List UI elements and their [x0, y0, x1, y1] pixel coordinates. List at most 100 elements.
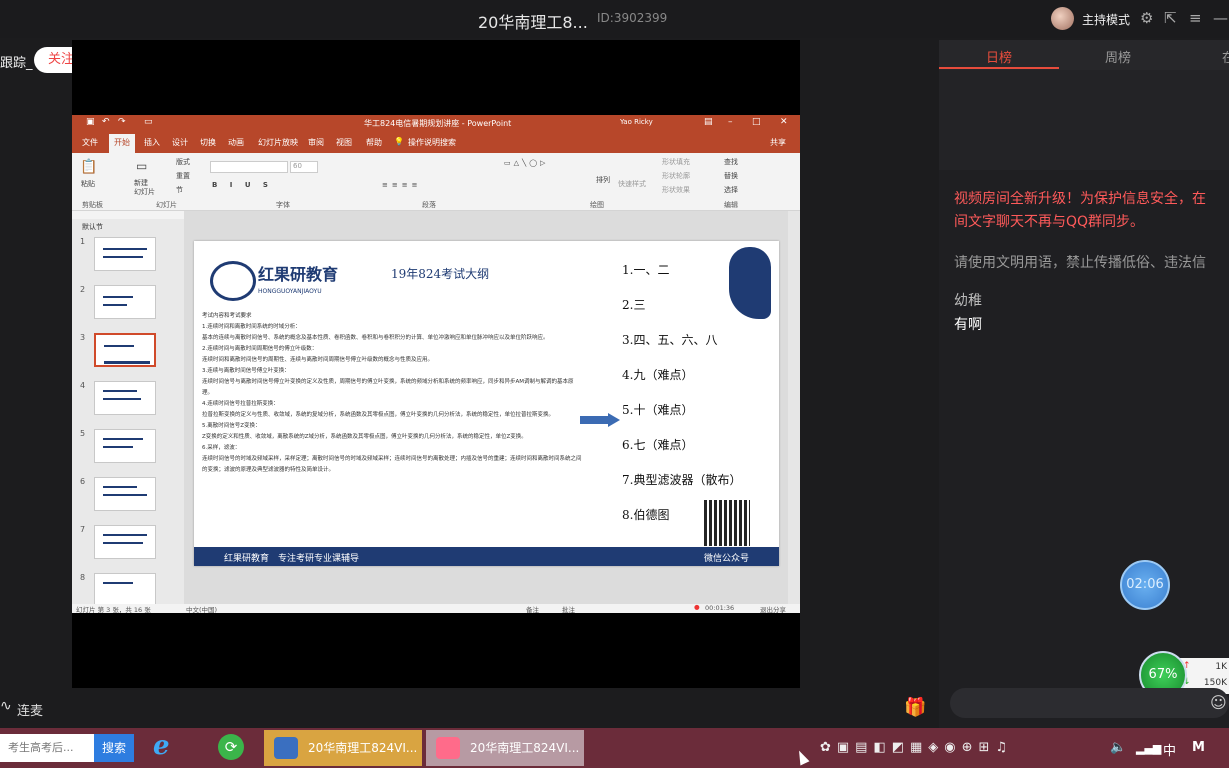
slide-thumb-6[interactable]	[94, 477, 156, 511]
tab-insert[interactable]: 插入	[144, 137, 160, 148]
upload-speed: 1K	[1215, 662, 1227, 672]
slide-thumb-1[interactable]	[94, 237, 156, 271]
floating-timer[interactable]: 02:06	[1120, 560, 1170, 610]
ppt-minimize-icon[interactable]: –	[728, 117, 733, 127]
tab-view[interactable]: 视图	[336, 137, 352, 148]
input-method-indicator[interactable]: 中	[1163, 740, 1176, 759]
font-name-select[interactable]	[210, 161, 288, 173]
qr-code-icon	[704, 500, 750, 546]
taskbar-search-button[interactable]: 搜索	[94, 734, 134, 762]
new-slide-button[interactable]: 新建 幻灯片	[134, 179, 155, 197]
record-dot-icon: ●	[694, 603, 700, 611]
body-line: 拉普拉斯变换的定义与性质、收敛域，系统的复域分析，系统函数及其零极点图，傅立叶变…	[202, 412, 555, 418]
menu-icon[interactable]: ≡	[1189, 9, 1202, 27]
slide-thumb-3[interactable]	[94, 333, 156, 367]
ribbon: 📋 粘贴 ▭ 新建 幻灯片 版式 重置 节 60 B I U S ≡≡≡≡ ▭△…	[72, 153, 800, 211]
shape-effect-button[interactable]: 形状效果	[662, 185, 690, 195]
group-clipboard: 剪贴板	[82, 201, 103, 209]
shape-fill-button[interactable]: 形状填充	[662, 157, 690, 167]
font-size-select[interactable]: 60	[290, 161, 318, 173]
chat-username[interactable]: 幼稚	[954, 290, 982, 310]
paragraph-align-buttons[interactable]: ≡≡≡≡	[382, 181, 421, 189]
exit-share-button[interactable]: 退出分享	[760, 604, 786, 613]
browser-360-icon[interactable]: ⟳	[218, 734, 244, 760]
slide-body: 考试内容和考试要求 1.连续时间和离散时间系统的时域分析： 基本的连续与离散时间…	[202, 311, 582, 476]
slide-thumb-8[interactable]	[94, 573, 156, 607]
notice-line: 视频房间全新升级！为保护信息安全，在	[954, 191, 1206, 207]
body-line: 6.采样，滤波：	[202, 445, 241, 451]
slide-counter: 幻灯片 第 3 张，共 16 张	[76, 606, 151, 613]
font-format-buttons[interactable]: B I U S	[212, 181, 273, 189]
group-slides: 幻灯片	[156, 201, 177, 209]
layout-button[interactable]: 版式	[176, 157, 190, 167]
internet-explorer-icon[interactable]: e	[153, 731, 170, 761]
paste-icon[interactable]: 📋	[80, 159, 97, 175]
ppt-window-title: 华工824电信暑期规划讲座 - PowerPoint	[364, 119, 512, 128]
taskbar-search-input[interactable]: 考生高考后...	[0, 734, 94, 762]
tab-online[interactable]: 在	[1222, 47, 1229, 66]
vertical-scrollbar[interactable]	[788, 211, 800, 604]
system-tray-icons[interactable]: ✿▣▤◧◩▦◈◉⊕⊞♫	[820, 740, 1013, 755]
shape-outline-button[interactable]: 形状轮廓	[662, 171, 690, 181]
link-mic-icon[interactable]: ∿	[0, 698, 12, 714]
group-font: 字体	[276, 201, 290, 209]
slide-thumb-2[interactable]	[94, 285, 156, 319]
tab-help[interactable]: 帮助	[366, 137, 382, 148]
shapes-gallery[interactable]: ▭△╲◯▷	[504, 159, 548, 167]
slide-thumb-5[interactable]	[94, 429, 156, 463]
ime-mode-indicator[interactable]: M	[1192, 740, 1205, 755]
body-line: 连续时间信号的时域及频域采样，采样定理；离散时间信号的时域及频域采样；连续时间信…	[202, 456, 582, 473]
host-mode-label[interactable]: 主持模式	[1082, 11, 1130, 28]
ppt-maximize-icon[interactable]: □	[752, 117, 761, 127]
paste-button[interactable]: 粘贴	[81, 179, 95, 189]
tab-animations[interactable]: 动画	[228, 137, 244, 148]
replace-button[interactable]: 替换	[724, 171, 738, 181]
tab-home[interactable]: 开始	[109, 134, 135, 153]
emoji-icon[interactable]: ☺	[1210, 693, 1227, 712]
select-button[interactable]: 选择	[724, 185, 738, 195]
thumb-number: 8	[80, 573, 86, 582]
chat-bubble-icon	[436, 737, 460, 759]
slide-title: 19年824考试大纲	[391, 267, 490, 281]
notes-button[interactable]: 备注	[526, 604, 539, 613]
comments-button[interactable]: 批注	[562, 604, 575, 613]
slide-thumb-4[interactable]	[94, 381, 156, 415]
tab-weekly[interactable]: 周榜	[1105, 47, 1131, 66]
rank-list	[939, 70, 1229, 170]
tab-daily[interactable]: 日榜	[986, 47, 1012, 66]
reset-button[interactable]: 重置	[176, 171, 190, 181]
ppt-close-icon[interactable]: ✕	[780, 117, 788, 127]
arrange-button[interactable]: 排列	[596, 175, 610, 185]
new-slide-icon[interactable]: ▭	[136, 159, 147, 173]
tab-file[interactable]: 文件	[82, 137, 98, 148]
redo-icon[interactable]: ↷	[118, 117, 126, 127]
find-button[interactable]: 查找	[724, 157, 738, 167]
gift-icon[interactable]: 🎁	[904, 697, 926, 718]
taskbar-app-2[interactable]: 20华南理工824VI...	[426, 730, 584, 766]
settings-icon[interactable]: ⚙	[1140, 9, 1153, 27]
slide-thumb-7[interactable]	[94, 525, 156, 559]
network-icon[interactable]: ▂▄▆	[1136, 742, 1161, 755]
record-timer: 00:01:36	[705, 604, 735, 612]
tab-review[interactable]: 审阅	[308, 137, 324, 148]
slideshow-icon[interactable]: ▭	[144, 117, 153, 127]
tab-slideshow[interactable]: 幻灯片放映	[258, 137, 298, 148]
thumb-number: 4	[80, 381, 86, 390]
quick-style-button[interactable]: 快速样式	[618, 179, 646, 189]
link-mic-button[interactable]: 连麦	[17, 700, 43, 719]
external-link-icon[interactable]: ⇱	[1164, 9, 1177, 27]
chat-input[interactable]	[950, 688, 1229, 718]
undo-icon[interactable]: ↶	[102, 117, 110, 127]
save-icon[interactable]: ▣	[86, 117, 95, 127]
volume-icon[interactable]: 🔈	[1110, 740, 1126, 755]
host-avatar[interactable]	[1051, 7, 1074, 30]
tell-me-search[interactable]: 操作说明搜索	[408, 137, 456, 148]
share-button[interactable]: 共享	[770, 137, 786, 148]
minimize-icon[interactable]: —	[1213, 9, 1228, 27]
taskbar-app-1[interactable]: 20华南理工824VI...	[264, 730, 422, 766]
ribbon-display-icon[interactable]: ▤	[704, 117, 713, 127]
tab-design[interactable]: 设计	[172, 137, 188, 148]
section-button[interactable]: 节	[176, 185, 183, 195]
group-paragraph: 段落	[422, 201, 436, 209]
tab-transitions[interactable]: 切换	[200, 137, 216, 148]
